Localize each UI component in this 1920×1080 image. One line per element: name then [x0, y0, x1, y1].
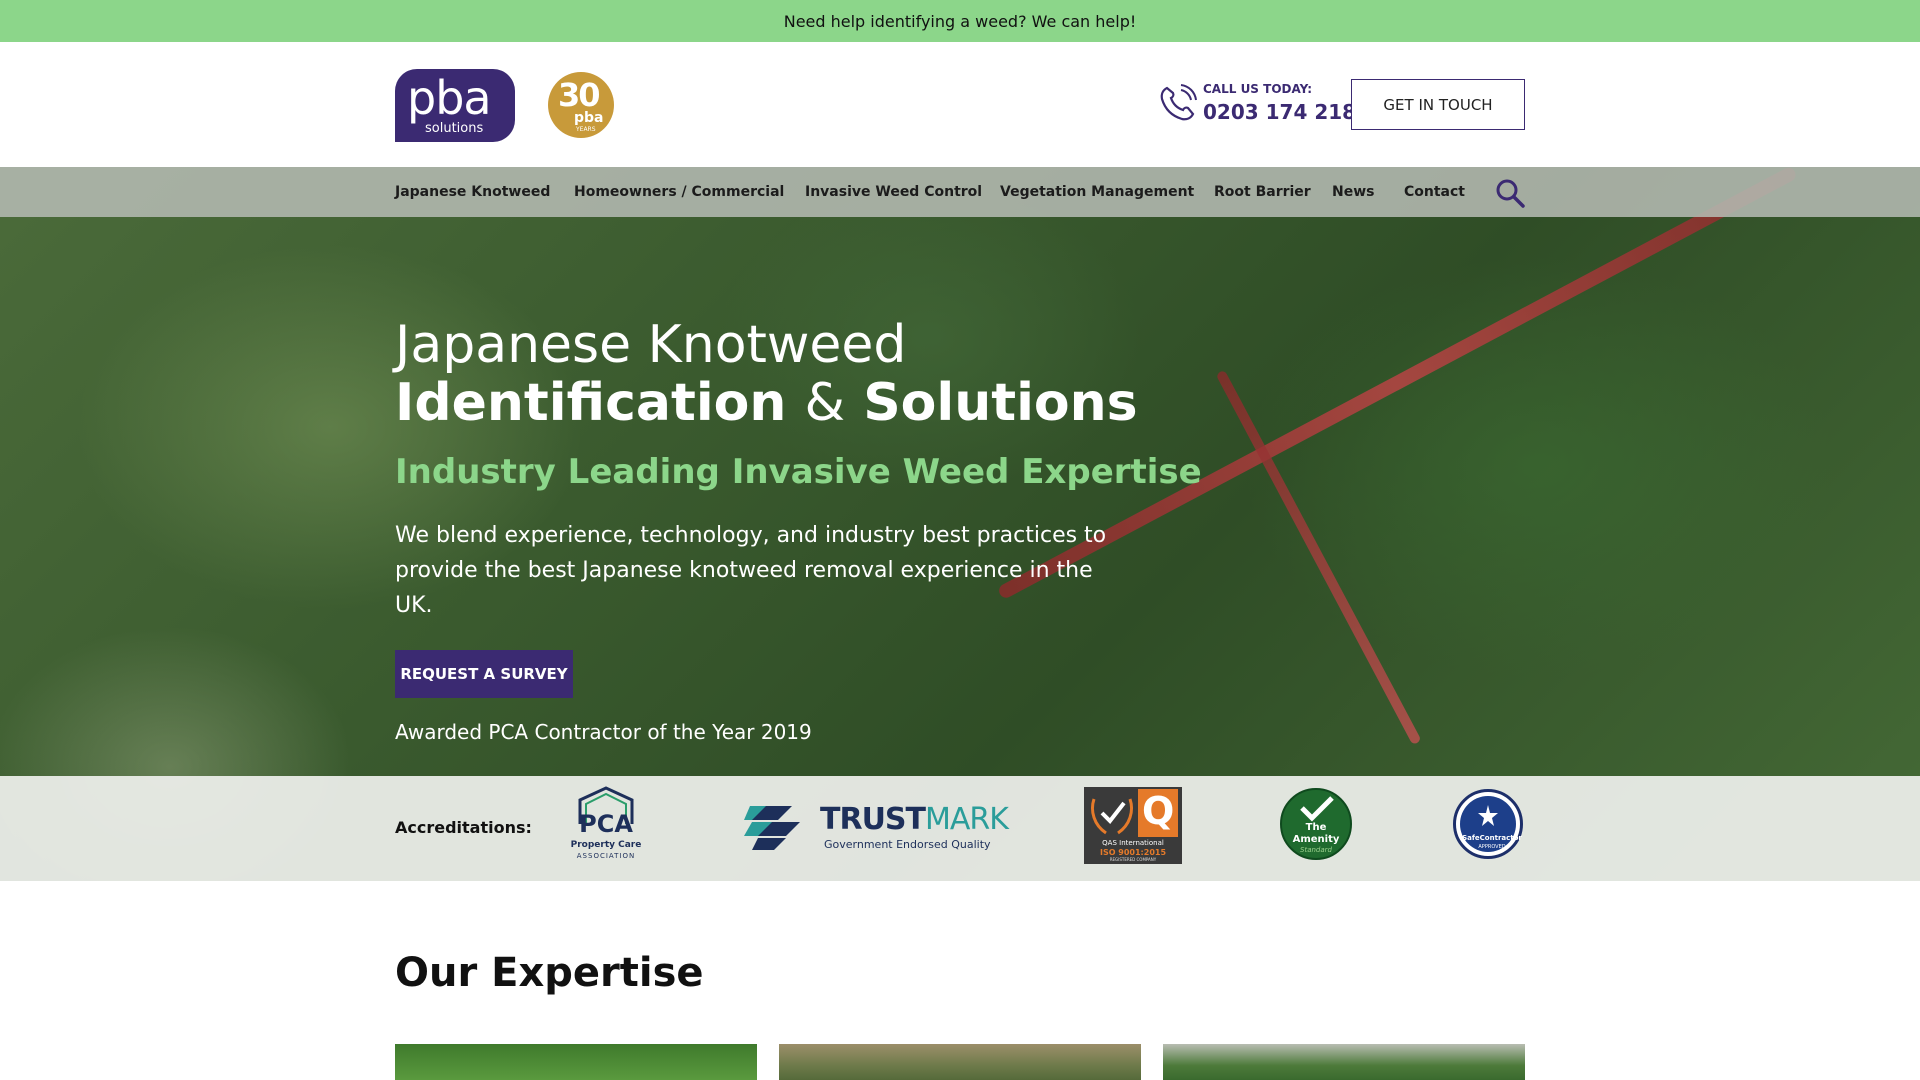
safecontractor-name: SafeContractor — [1462, 834, 1522, 842]
nav-japanese-knotweed[interactable]: Japanese Knotweed — [395, 167, 550, 217]
amenity-standard-logo[interactable]: The Amenity Standard — [1280, 788, 1352, 860]
accreditations-bar: Accreditations: PCA Property Care ASSOCI… — [0, 776, 1920, 881]
checkmark-icon — [1300, 796, 1334, 822]
anniversary-number: 30 — [558, 76, 601, 114]
pca-association: ASSOCIATION — [576, 852, 636, 860]
hero-subtitle: Industry Leading Invasive Weed Expertise — [395, 452, 1202, 492]
nav-vegetation-management[interactable]: Vegetation Management — [1000, 167, 1194, 217]
trustmark-icon — [744, 806, 800, 850]
pca-logo[interactable]: PCA Property Care ASSOCIATION — [568, 786, 644, 862]
anniversary-label: YEARS — [576, 126, 596, 133]
hero-title-solutions: Solutions — [863, 373, 1138, 433]
qas-q-letter: Q — [1142, 789, 1175, 833]
nav-invasive-weed-control[interactable]: Invasive Weed Control — [805, 167, 982, 217]
trustmark-word-mark: MARK — [925, 802, 1009, 837]
qas-iso-logo[interactable]: Q QAS International ISO 9001:2015 REGIST… — [1084, 787, 1182, 864]
hero-title-line1: Japanese Knotweed — [395, 315, 907, 375]
trustmark-wordmark: TRUSTMARK — [820, 802, 1009, 837]
nav-contact[interactable]: Contact — [1404, 167, 1465, 217]
nav-homeowners-commercial[interactable]: Homeowners / Commercial — [574, 167, 784, 217]
phone-number-link[interactable]: 0203 174 2187 — [1203, 100, 1370, 124]
hero-title-identification: Identification — [395, 373, 787, 433]
anniversary-badge: 30 pba YEARS — [548, 72, 614, 138]
hero-title-ampersand: & — [804, 373, 846, 433]
trustmark-word-trust: TRUST — [820, 802, 926, 837]
safecontractor-approved: APPROVED — [1478, 844, 1506, 850]
nav-news[interactable]: News — [1332, 167, 1374, 217]
request-survey-button[interactable]: REQUEST A SURVEY — [395, 650, 573, 698]
safecontractor-logo[interactable]: SafeContractor APPROVED — [1453, 789, 1523, 859]
hero-title-line2: Identification & Solutions — [395, 373, 1138, 433]
logo-main-text: pba — [407, 71, 492, 125]
amenity-name: Amenity — [1292, 834, 1340, 845]
qas-standard: ISO 9001:2015 — [1099, 848, 1167, 857]
main-nav: Japanese Knotweed Homeowners / Commercia… — [0, 167, 1920, 217]
laurel-check-icon — [1091, 798, 1133, 835]
logo-sub-text: solutions — [425, 121, 484, 136]
expertise-card-image[interactable] — [1163, 1044, 1525, 1080]
site-header: pba solutions 30 pba YEARS CALL US TODAY… — [0, 42, 1920, 167]
announcement-text[interactable]: Need help identifying a weed? We can hel… — [784, 12, 1137, 31]
accreditations-label: Accreditations: — [395, 818, 532, 837]
pba-solutions-logo[interactable]: pba solutions — [395, 69, 515, 142]
expertise-card-image[interactable] — [779, 1044, 1141, 1080]
star-cross-icon — [1478, 805, 1498, 826]
qas-name: QAS International — [1102, 839, 1164, 847]
hero-award-text: Awarded PCA Contractor of the Year 2019 — [395, 720, 812, 744]
amenity-standard: Standard — [1300, 846, 1332, 854]
get-in-touch-button[interactable]: GET IN TOUCH — [1351, 79, 1525, 130]
expertise-heading: Our Expertise — [395, 950, 704, 996]
announcement-bar[interactable]: Need help identifying a weed? We can hel… — [0, 0, 1920, 42]
pca-subtitle: Property Care — [570, 840, 642, 850]
hero-description: We blend experience, technology, and ind… — [395, 523, 1107, 618]
call-us-label: CALL US TODAY: — [1203, 82, 1313, 96]
pca-wordmark: PCA — [579, 810, 633, 838]
safecontractor-disc: SafeContractor APPROVED — [1460, 796, 1522, 852]
phone-icon — [1160, 84, 1197, 121]
anniversary-brand: pba — [574, 110, 604, 126]
search-icon[interactable] — [1494, 177, 1526, 209]
expertise-card-image[interactable] — [395, 1044, 757, 1080]
trustmark-subtitle: Government Endorsed Quality — [824, 838, 991, 851]
qas-registered: REGISTERED COMPANY — [1109, 857, 1157, 862]
nav-root-barrier[interactable]: Root Barrier — [1214, 167, 1311, 217]
trustmark-logo[interactable]: TRUSTMARK Government Endorsed Quality — [744, 798, 1009, 854]
amenity-the: The — [1305, 822, 1327, 833]
